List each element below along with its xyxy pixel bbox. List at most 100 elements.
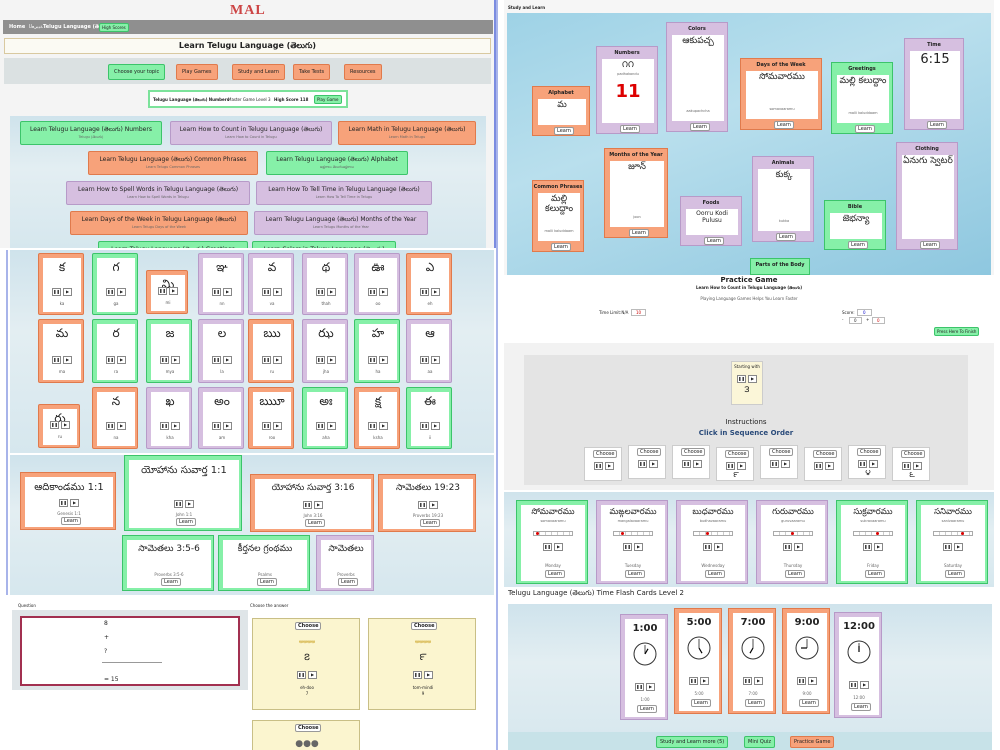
play-icon[interactable]: ▶ (379, 356, 388, 364)
pause-icon[interactable]: ❚❚ (849, 681, 858, 689)
play-icon[interactable]: ▶ (693, 460, 702, 468)
play-icon[interactable]: ▶ (117, 422, 126, 430)
time-card[interactable]: 7:00 ❚❚ ▶ 7:00 Learn (728, 608, 776, 714)
pause-icon[interactable]: ❚❚ (783, 543, 792, 551)
sequence-choice[interactable]: Choose ❚❚ ▶ (672, 445, 710, 479)
pause-icon[interactable]: ❚❚ (638, 460, 647, 468)
letter-card[interactable]: ఈ ❚❚ ▶ ii (406, 387, 452, 449)
learn-button[interactable]: Learn (927, 121, 947, 129)
pause-icon[interactable]: ❚❚ (368, 288, 377, 296)
study-card[interactable]: Clothing ఏనుగు స్వెటర్ Learn (896, 142, 958, 250)
play-icon[interactable]: ▶ (794, 543, 803, 551)
learn-button[interactable]: Learn (554, 127, 574, 135)
choose-button[interactable]: Choose (681, 448, 706, 456)
letter-card[interactable]: గ ❚❚ ▶ ga (92, 253, 138, 315)
play-icon[interactable]: ▶ (554, 543, 563, 551)
play-icon[interactable]: ▶ (860, 681, 869, 689)
study-card[interactable]: Alphabet మ Learn (532, 86, 590, 136)
pause-icon[interactable]: ❚❚ (703, 543, 712, 551)
pause-icon[interactable]: ❚❚ (943, 543, 952, 551)
play-icon[interactable]: ▶ (429, 501, 438, 509)
time-card[interactable]: 9:00 ❚❚ ▶ 9:00 Learn (782, 608, 830, 714)
topic-link[interactable]: Learn How to Count in Telugu Language (త… (170, 121, 332, 145)
learn-button[interactable]: Learn (945, 570, 965, 578)
choose-button[interactable]: Choose (813, 450, 838, 458)
play-icon[interactable]: ▶ (327, 422, 336, 430)
letter-card[interactable]: ఋ ❚❚ ▶ ru (248, 319, 294, 383)
letter-card[interactable]: ఖ ❚❚ ▶ kha (146, 387, 192, 449)
choose-button[interactable]: Choose (725, 450, 750, 458)
choose-button[interactable]: Choose (901, 450, 926, 458)
play-icon[interactable]: ▶ (700, 677, 709, 685)
answer-1-choose-button[interactable]: Choose (295, 622, 322, 630)
letter-card[interactable]: అం ❚❚ ▶ am (198, 387, 244, 449)
learn-button[interactable]: Learn (799, 699, 819, 707)
pause-icon[interactable]: ❚❚ (106, 288, 115, 296)
letter-card[interactable]: ల ❚❚ ▶ la (198, 319, 244, 383)
learn-button[interactable]: Learn (705, 570, 725, 578)
play-icon[interactable]: ▶ (223, 288, 232, 296)
study-card[interactable]: Common Phrases మల్లి కలుద్దాం malli kaludd… (532, 180, 584, 252)
nav-high-scores[interactable]: High Scores (99, 23, 129, 32)
learn-button[interactable]: Learn (637, 705, 657, 713)
choose-button[interactable]: Choose (637, 448, 662, 456)
play-icon[interactable]: ▶ (954, 543, 963, 551)
pause-icon[interactable]: ❚❚ (106, 356, 115, 364)
pause-icon[interactable]: ❚❚ (420, 356, 429, 364)
play-icon[interactable]: ▶ (808, 677, 817, 685)
nav-arabic[interactable]: ﺔﻴﺑﺮﻌﻟﺍ (29, 24, 43, 30)
learn-button[interactable]: Learn (551, 243, 571, 251)
learn-button[interactable]: Learn (161, 578, 181, 586)
pause-icon[interactable]: ❚❚ (212, 422, 221, 430)
topic-link[interactable]: Learn How to Spell Words in Telugu Langu… (66, 181, 250, 205)
sequence-choice[interactable]: Choose ❚❚ ▶ (628, 445, 666, 479)
verse-card[interactable]: యోహాను సువార్త 3:16 ❚❚ ▶ John 3:16 Learn (250, 474, 374, 532)
study-card[interactable]: Time 6:15 Learn (904, 38, 964, 130)
take-tests-button[interactable]: Take Tests (293, 64, 331, 80)
play-icon[interactable]: ▶ (605, 462, 614, 470)
play-icon[interactable]: ▶ (874, 543, 883, 551)
pause-icon[interactable]: ❚❚ (52, 288, 61, 296)
choose-topic-button[interactable]: Choose your topic (108, 64, 166, 80)
pause-icon[interactable]: ❚❚ (689, 677, 698, 685)
play-icon[interactable]: ▶ (273, 288, 282, 296)
learn-button[interactable]: Learn (61, 517, 81, 525)
learn-button[interactable]: Learn (257, 578, 277, 586)
pause-icon[interactable]: ❚❚ (262, 422, 271, 430)
study-card[interactable]: Foods Oorru Kodi Pulusu Learn (680, 196, 742, 246)
learn-button[interactable]: Learn (420, 519, 440, 527)
pause-icon[interactable]: ❚❚ (413, 671, 422, 679)
play-icon[interactable]: ▶ (649, 460, 658, 468)
learn-button[interactable]: Learn (620, 125, 640, 133)
study-card[interactable]: Numbers ౧౧ 11 padhakondu Learn (596, 46, 658, 134)
play-icon[interactable]: ▶ (327, 356, 336, 364)
letter-card[interactable]: మి ❚❚ ▶ mi (146, 270, 188, 314)
verse-card[interactable]: సామెతలు 3:5-6 Proverbs 3:5-6 Learn (122, 535, 214, 591)
day-card[interactable]: మఙ్గలవారము mangalavaaramu ❚❚ ▶ Tuesday Learn (596, 500, 668, 584)
topic-link[interactable]: Learn Telugu Language (తెలుగు) Numbers Te… (20, 121, 162, 145)
learn-button[interactable]: Learn (545, 570, 565, 578)
choose-button[interactable]: Choose (857, 448, 882, 456)
pause-icon[interactable]: ❚❚ (863, 543, 872, 551)
topic-link[interactable]: Learn Telugu Language (తెలుగు) Common Ph… (88, 151, 258, 175)
learn-button[interactable]: Learn (920, 241, 940, 249)
sequence-choice[interactable]: Choose ❚❚ ▶ (804, 447, 842, 481)
play-icon[interactable]: ▶ (117, 288, 126, 296)
letter-card[interactable]: రు ❚❚ ▶ ru (38, 404, 80, 448)
pause-icon[interactable]: ❚❚ (420, 288, 429, 296)
play-icon[interactable]: ▶ (63, 288, 72, 296)
learn-button[interactable]: Learn (176, 518, 196, 526)
learn-button[interactable]: Learn (691, 699, 711, 707)
play-icon[interactable]: ▶ (379, 288, 388, 296)
letter-card[interactable]: క్ష ❚❚ ▶ ksha (354, 387, 400, 449)
play-icon[interactable]: ▶ (781, 460, 790, 468)
pause-icon[interactable]: ❚❚ (797, 677, 806, 685)
resources-button[interactable]: Resources (344, 64, 382, 80)
play-icon[interactable]: ▶ (913, 462, 922, 470)
pause-icon[interactable]: ❚❚ (368, 422, 377, 430)
learn-button[interactable]: Learn (305, 519, 325, 527)
sequence-choice[interactable]: Choose ❚❚ ▶ (584, 447, 622, 481)
day-card[interactable]: బుధవారము budhavaaramu ❚❚ ▶ Wednesday Learn (676, 500, 748, 584)
pause-icon[interactable]: ❚❚ (770, 460, 779, 468)
play-icon[interactable]: ▶ (424, 671, 433, 679)
